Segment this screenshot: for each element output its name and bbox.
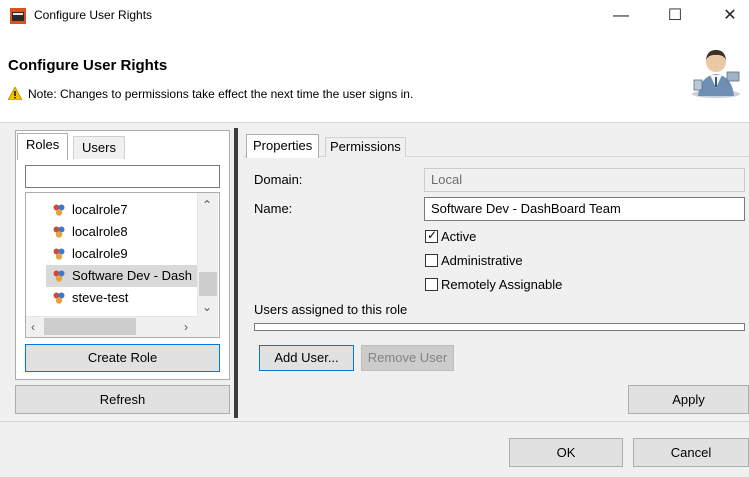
role-icon [53, 248, 65, 260]
domain-label: Domain: [254, 172, 303, 187]
name-field[interactable]: Software Dev - DashBoard Team [424, 197, 745, 221]
assigned-users-label: Users assigned to this role [254, 302, 408, 317]
administrative-checkbox[interactable]: Administrative [425, 253, 523, 271]
note-text: Note: Changes to permissions take effect… [28, 87, 414, 101]
minimize-button[interactable]: — [598, 0, 644, 32]
scroll-left-icon[interactable]: ‹ [31, 320, 35, 334]
warning-icon [8, 87, 22, 100]
list-item[interactable]: localrole8 [46, 221, 196, 243]
checkbox-box[interactable]: ✓ [425, 228, 438, 243]
role-icon [53, 292, 65, 304]
list-item[interactable]: localrole9 [46, 243, 196, 265]
role-label: localrole9 [72, 246, 128, 261]
scroll-up-icon[interactable]: ⌃ [202, 198, 212, 212]
check-icon: ✓ [427, 228, 438, 242]
checkbox-box[interactable] [425, 278, 438, 291]
app-icon [10, 8, 26, 24]
create-role-button[interactable]: Create Role [25, 344, 220, 372]
role-filter-input[interactable] [25, 165, 220, 188]
user-rights-image [692, 50, 740, 98]
checkbox-label: Active [441, 229, 477, 244]
scrollbar-corner [197, 316, 218, 337]
role-label: localrole7 [72, 202, 128, 217]
list-item-selected[interactable]: Software Dev - Dash [46, 265, 197, 287]
horizontal-scroll-thumb[interactable] [44, 318, 136, 335]
name-label: Name: [254, 201, 293, 216]
tab-permissions[interactable]: Permissions [325, 137, 406, 157]
cancel-button[interactable]: Cancel [633, 438, 749, 467]
assigned-users-list[interactable] [254, 323, 745, 331]
checkbox-box[interactable] [425, 254, 438, 267]
tab-roles[interactable]: Roles [17, 133, 69, 160]
remotely-assignable-checkbox[interactable]: Remotely Assignable [425, 277, 562, 295]
role-label: localrole8 [72, 224, 128, 239]
role-label: Software Dev - Dash [72, 268, 192, 283]
list-item[interactable]: localrole7 [46, 199, 196, 221]
dialog-heading: Configure User Rights [8, 57, 168, 74]
remove-user-button: Remove User [361, 345, 454, 371]
role-icon [53, 204, 65, 216]
active-checkbox[interactable]: ✓ Active [425, 228, 477, 247]
role-label: steve-test [72, 290, 129, 305]
vertical-scroll-thumb[interactable] [199, 272, 217, 296]
role-icon [53, 226, 65, 238]
close-button[interactable]: ✕ [707, 0, 749, 32]
maximize-button[interactable]: ☐ [652, 0, 698, 32]
footer-divider [0, 421, 749, 422]
scroll-down-icon[interactable]: ⌄ [202, 300, 212, 314]
ok-button[interactable]: OK [509, 438, 623, 467]
window-title: Configure User Rights [34, 8, 153, 22]
checkbox-label: Remotely Assignable [441, 277, 563, 292]
scroll-right-icon[interactable]: › [184, 320, 188, 334]
add-user-button[interactable]: Add User... [259, 345, 354, 371]
refresh-button[interactable]: Refresh [15, 385, 230, 414]
tab-users[interactable]: Users [73, 136, 125, 159]
list-item[interactable]: steve-test [46, 287, 196, 309]
checkbox-label: Administrative [441, 253, 523, 268]
apply-button[interactable]: Apply [628, 385, 749, 414]
domain-field: Local [424, 168, 745, 192]
role-icon [53, 270, 65, 282]
tab-properties[interactable]: Properties [246, 134, 320, 158]
panel-splitter[interactable] [234, 128, 238, 418]
